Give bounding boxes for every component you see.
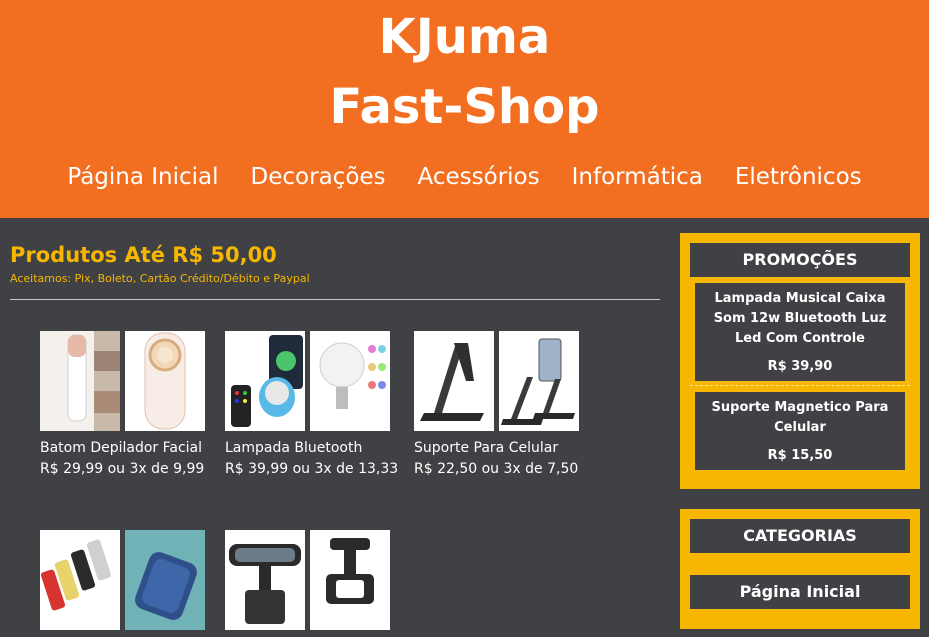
categories-widget: CATEGORIAS Página Inicial bbox=[680, 509, 920, 629]
product-name[interactable]: Lampada Bluetooth bbox=[225, 438, 398, 458]
site-header: KJuma Fast-Shop Página Inicial Decoraçõe… bbox=[0, 0, 929, 218]
product-image[interactable] bbox=[125, 530, 205, 630]
product-image[interactable] bbox=[40, 331, 120, 431]
product-price: R$ 39,99 ou 3x de 13,33 bbox=[225, 461, 399, 477]
nav-eletronicos[interactable]: Eletrônicos bbox=[735, 160, 862, 194]
category-home-link[interactable]: Página Inicial bbox=[690, 575, 910, 609]
promo-name[interactable]: Lampada Musical Caixa Som 12w Bluetooth … bbox=[701, 289, 899, 349]
product-image[interactable] bbox=[225, 530, 305, 630]
main-content: Produtos Até R$ 50,00 Aceitamos: Pix, Bo… bbox=[10, 240, 660, 630]
product-image[interactable] bbox=[310, 530, 390, 630]
product-image[interactable] bbox=[225, 331, 305, 431]
nav-decoracoes[interactable]: Decorações bbox=[251, 160, 386, 194]
product-image[interactable] bbox=[499, 331, 579, 431]
categories-title: CATEGORIAS bbox=[690, 519, 910, 553]
section-divider bbox=[10, 299, 660, 300]
product-image[interactable] bbox=[40, 530, 120, 630]
product-image[interactable] bbox=[310, 331, 390, 431]
product-image[interactable] bbox=[125, 331, 205, 431]
nav-informatica[interactable]: Informática bbox=[572, 160, 703, 194]
section-subtitle: Aceitamos: Pix, Boleto, Cartão Crédito/D… bbox=[10, 272, 310, 285]
section-title: Produtos Até R$ 50,00 bbox=[10, 243, 277, 267]
promo-item[interactable]: Suporte Magnetico Para Celular R$ 15,50 bbox=[695, 392, 905, 470]
product-card[interactable]: Lampada Bluetooth R$ 39,99 ou 3x de 13,3… bbox=[225, 331, 398, 480]
promotions-title: PROMOÇÕES bbox=[690, 243, 910, 277]
product-price: R$ 29,99 ou 3x de 9,99 bbox=[40, 461, 205, 477]
product-name[interactable]: Suporte Para Celular bbox=[414, 438, 579, 458]
site-title-line1[interactable]: KJuma bbox=[0, 8, 929, 66]
promotions-widget: PROMOÇÕES Lampada Musical Caixa Som 12w … bbox=[680, 233, 920, 489]
nav-acessorios[interactable]: Acessórios bbox=[418, 160, 540, 194]
product-card[interactable] bbox=[40, 530, 205, 637]
nav-home[interactable]: Página Inicial bbox=[67, 160, 218, 194]
product-price: R$ 22,50 ou 3x de 7,50 bbox=[414, 461, 579, 477]
product-name[interactable]: Batom Depilador Facial bbox=[40, 438, 205, 458]
product-card[interactable]: Batom Depilador Facial R$ 29,99 ou 3x de… bbox=[40, 331, 205, 480]
main-nav: Página Inicial Decorações Acessórios Inf… bbox=[0, 160, 929, 194]
site-title-line2[interactable]: Fast-Shop bbox=[0, 78, 929, 136]
product-card[interactable]: Suporte Para Celular R$ 22,50 ou 3x de 7… bbox=[414, 331, 579, 480]
product-card[interactable] bbox=[225, 530, 390, 637]
promo-divider bbox=[690, 385, 910, 386]
promo-name[interactable]: Suporte Magnetico Para Celular bbox=[701, 398, 899, 438]
product-image[interactable] bbox=[414, 331, 494, 431]
promo-item[interactable]: Lampada Musical Caixa Som 12w Bluetooth … bbox=[695, 283, 905, 381]
promo-price: R$ 39,90 bbox=[767, 359, 833, 374]
promo-price: R$ 15,50 bbox=[767, 448, 833, 463]
